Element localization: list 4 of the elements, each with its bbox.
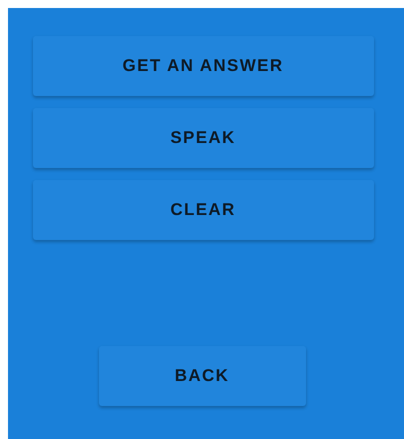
action-button[interactable]: CLEAR (32, 180, 374, 240)
action-button[interactable]: GET AN ANSWER (32, 36, 374, 96)
back-button[interactable]: BACK (98, 346, 306, 406)
action-button[interactable]: SPEAK (32, 108, 374, 168)
